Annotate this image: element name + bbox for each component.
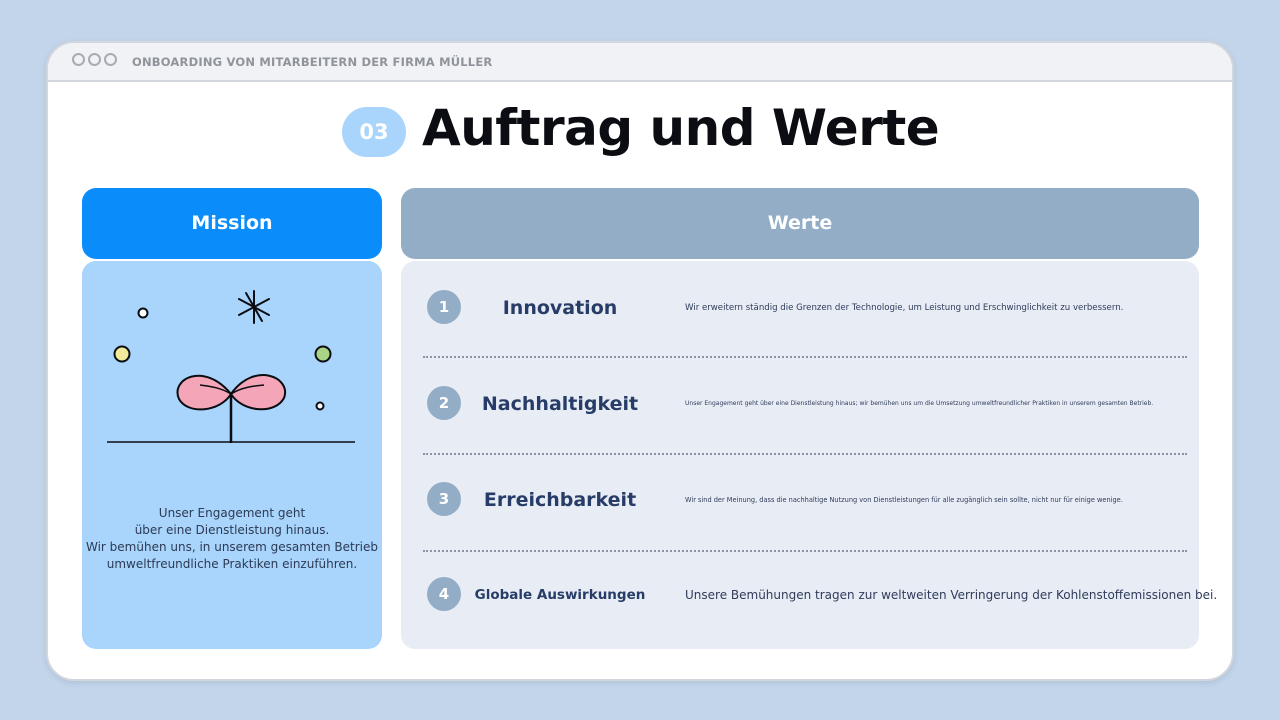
werte-header: Werte — [401, 188, 1199, 259]
value-description: Wir sind der Meinung, dass die nachhalti… — [685, 496, 1123, 504]
page-title: Auftrag und Werte — [422, 99, 940, 157]
mission-text-line: Unser Engagement geht — [158, 506, 306, 520]
mission-text-line: umweltfreundliche Praktiken einzuführen. — [106, 557, 358, 571]
mission-text-line: Wir bemühen uns, in unserem gesamten Bet… — [85, 540, 379, 554]
value-row-nachhaltigkeit: 2 Nachhaltigkeit Unser Engagement geht ü… — [401, 374, 1199, 434]
row-divider — [423, 453, 1187, 455]
mission-text-line: über eine Dienstleistung hinaus. — [134, 523, 330, 537]
section-number-badge: 03 — [342, 107, 406, 157]
value-number: 1 — [427, 290, 461, 324]
mission-header: Mission — [82, 188, 382, 259]
value-description: Unsere Bemühungen tragen zur weltweiten … — [685, 588, 1218, 602]
mission-panel: Unser Engagement geht über eine Dienstle… — [82, 261, 382, 649]
value-title: Erreichbarkeit — [483, 489, 637, 511]
value-number: 4 — [427, 577, 461, 611]
value-title: Innovation — [502, 297, 618, 319]
row-divider — [423, 356, 1187, 358]
row-divider — [423, 550, 1187, 552]
window-titlebar: ONBOARDING VON MITARBEITERN DER FIRMA MÜ… — [48, 43, 1232, 82]
slide-window: ONBOARDING VON MITARBEITERN DER FIRMA MÜ… — [46, 41, 1234, 681]
value-row-innovation: 1 Innovation Wir erweitern ständig die G… — [401, 278, 1199, 338]
window-control-dot-icon[interactable] — [104, 53, 117, 66]
mission-description: Unser Engagement geht über eine Dienstle… — [82, 505, 382, 573]
window-title: ONBOARDING VON MITARBEITERN DER FIRMA MÜ… — [132, 55, 493, 69]
sprout-illustration-icon — [107, 290, 355, 443]
window-control-dot-icon[interactable] — [72, 53, 85, 66]
value-row-erreichbarkeit: 3 Erreichbarkeit Wir sind der Meinung, d… — [401, 470, 1199, 530]
window-control-dot-icon[interactable] — [88, 53, 101, 66]
value-title: Nachhaltigkeit — [481, 393, 639, 415]
value-number: 2 — [427, 386, 461, 420]
value-description: Unser Engagement geht über eine Dienstle… — [685, 400, 1154, 407]
value-number: 3 — [427, 482, 461, 516]
value-title: Globale Auswirkungen — [474, 587, 646, 603]
werte-panel: 1 Innovation Wir erweitern ständig die G… — [401, 261, 1217, 649]
value-description: Wir erweitern ständig die Grenzen der Te… — [685, 303, 1124, 313]
value-row-globale-auswirkungen: 4 Globale Auswirkungen Unsere Bemühungen… — [401, 565, 1217, 625]
